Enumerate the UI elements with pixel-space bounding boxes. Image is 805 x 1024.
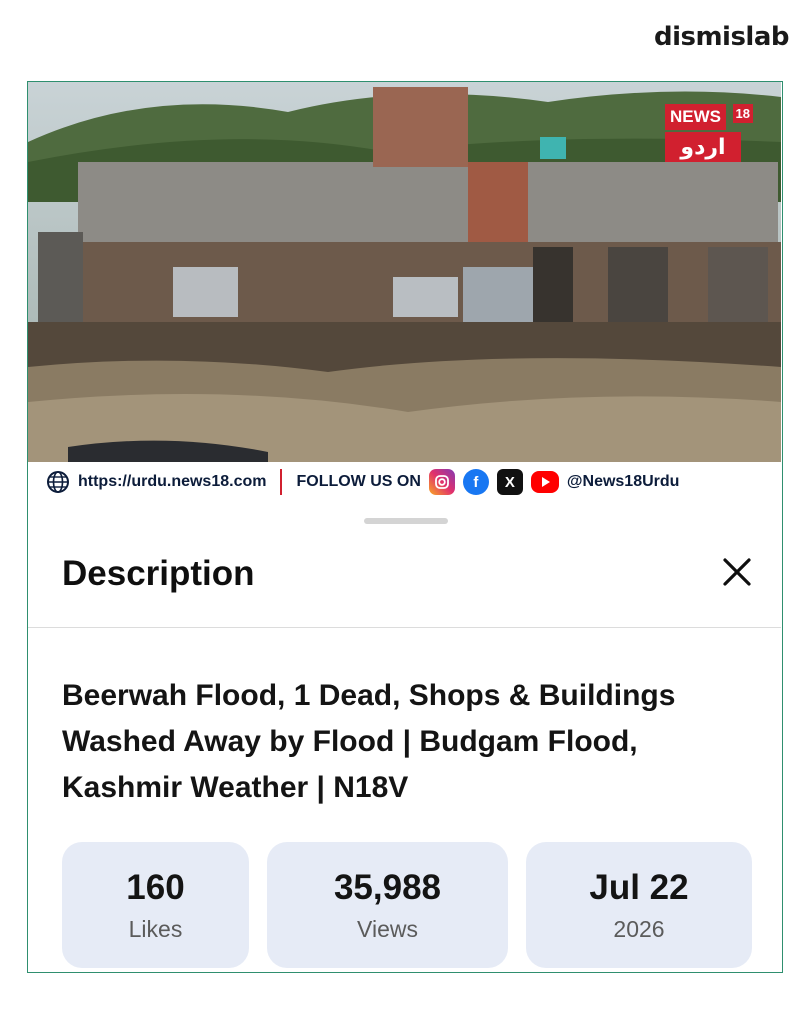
sheet-drag-handle[interactable] bbox=[364, 518, 448, 524]
logo-number: 18 bbox=[732, 104, 753, 123]
ticker-separator bbox=[280, 469, 283, 495]
upload-year: 2026 bbox=[613, 915, 665, 942]
video-ticker: https://urdu.news18.com FOLLOW US ON f X… bbox=[28, 462, 781, 502]
likes-count: 160 bbox=[126, 867, 185, 907]
stats-row: 160 Likes 35,988 Views Jul 22 2026 bbox=[62, 842, 752, 968]
dismislab-logo: dismislab bbox=[653, 22, 790, 52]
video-title: Beerwah Flood, 1 Dead, Shops & Buildings… bbox=[62, 679, 676, 804]
sheet-title: Description bbox=[62, 554, 255, 593]
logo-news-text: NEWS bbox=[665, 104, 726, 130]
ticker-url: https://urdu.news18.com bbox=[78, 473, 267, 490]
sheet-divider bbox=[28, 627, 781, 628]
views-count: 35,988 bbox=[333, 867, 442, 907]
news18-urdu-logo: NEWS 18 اردو bbox=[665, 104, 753, 168]
close-icon[interactable] bbox=[717, 552, 757, 592]
globe-icon bbox=[47, 471, 69, 493]
ticker-follow-label: FOLLOW US ON bbox=[296, 473, 421, 490]
views-stat[interactable]: 35,988 Views bbox=[267, 842, 508, 968]
video-player[interactable]: NEWS 18 اردو https://urdu.news18.com FOL… bbox=[28, 82, 781, 502]
logo-urdu-text: اردو bbox=[665, 132, 741, 162]
likes-stat[interactable]: 160 Likes bbox=[62, 842, 249, 968]
likes-label: Likes bbox=[128, 915, 183, 942]
x-icon: X bbox=[496, 469, 523, 495]
screenshot-frame: NEWS 18 اردو https://urdu.news18.com FOL… bbox=[27, 81, 783, 973]
date-stat[interactable]: Jul 22 2026 bbox=[526, 842, 752, 968]
ticker-handle: @News18Urdu bbox=[566, 473, 680, 490]
description-sheet: Description Beerwah Flood, 1 Dead, Shops… bbox=[28, 500, 781, 972]
views-label: Views bbox=[357, 915, 418, 942]
instagram-icon bbox=[428, 469, 455, 495]
upload-date: Jul 22 bbox=[589, 867, 689, 907]
youtube-icon bbox=[530, 471, 559, 493]
facebook-icon: f bbox=[462, 469, 489, 495]
